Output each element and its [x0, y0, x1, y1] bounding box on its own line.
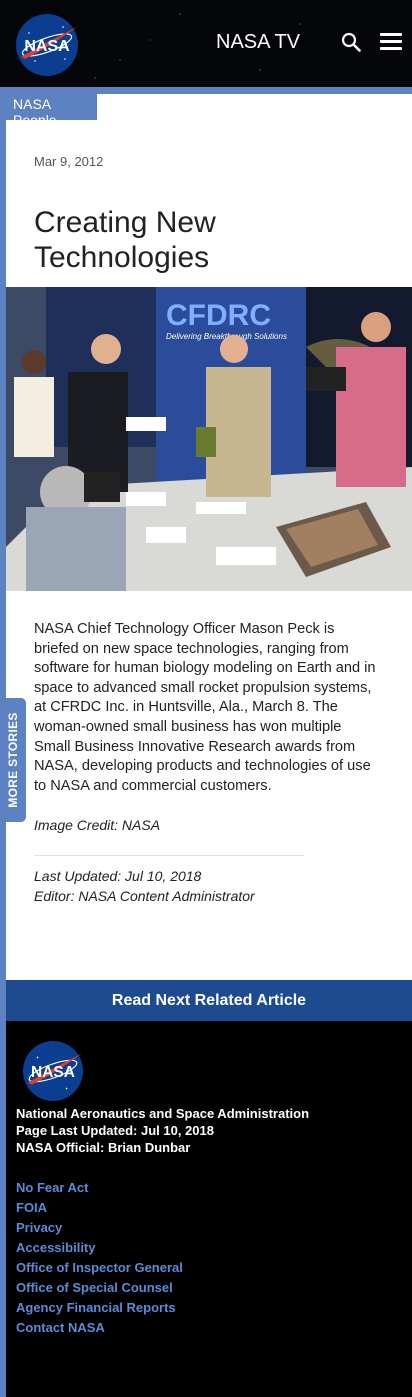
footer-links: No Fear Act FOIA Privacy Accessibility O…	[16, 1178, 183, 1338]
article-date: Mar 9, 2012	[34, 154, 104, 169]
footer-link-accessibility[interactable]: Accessibility	[16, 1238, 183, 1258]
hamburger-menu-icon[interactable]	[380, 33, 402, 51]
footer-link-inspector-general[interactable]: Office of Inspector General	[16, 1258, 183, 1278]
footer-link-no-fear-act[interactable]: No Fear Act	[16, 1178, 183, 1198]
search-icon[interactable]	[341, 32, 361, 52]
more-stories-button[interactable]: MORE STORIES	[0, 698, 26, 822]
editor: Editor: NASA Content Administrator	[34, 888, 255, 904]
footer-link-privacy[interactable]: Privacy	[16, 1218, 183, 1238]
nasa-footer-logo[interactable]: NASA	[22, 1040, 84, 1102]
section-tab-nasa-people[interactable]: NASA People	[0, 87, 97, 128]
read-next-related-article-button[interactable]: Read Next Related Article	[6, 980, 412, 1021]
last-updated: Last Updated: Jul 10, 2018	[34, 868, 202, 884]
footer-link-foia[interactable]: FOIA	[16, 1198, 183, 1218]
footer-info: National Aeronautics and Space Administr…	[16, 1105, 309, 1156]
footer-org-name: National Aeronautics and Space Administr…	[16, 1106, 310, 1121]
divider	[34, 855, 304, 856]
more-stories-label: MORE STORIES	[6, 712, 20, 808]
footer-logo-text: NASA	[31, 1064, 75, 1081]
logo-text: NASA	[24, 38, 70, 55]
nasa-tv-link[interactable]: NASA TV	[216, 31, 300, 54]
footer-link-special-counsel[interactable]: Office of Special Counsel	[16, 1278, 183, 1298]
footer-link-financial-reports[interactable]: Agency Financial Reports	[16, 1298, 183, 1318]
article-title: Creating New Technologies	[34, 206, 216, 274]
nasa-meatball-logo[interactable]: NASA	[15, 13, 79, 77]
footer-link-contact-nasa[interactable]: Contact NASA	[16, 1318, 183, 1338]
image-credit: Image Credit: NASA	[34, 817, 161, 833]
footer-official: NASA Official: Brian Dunbar	[16, 1140, 191, 1155]
article-photo: CFDRC Delivering Breakthrough Solutions	[6, 287, 412, 591]
photo-banner-logo: CFDRC	[166, 299, 271, 332]
footer-page-updated: Page Last Updated: Jul 10, 2018	[16, 1123, 214, 1138]
site-header: NASA NASA TV	[0, 0, 412, 87]
article-body: NASA Chief Technology Officer Mason Peck…	[34, 621, 376, 794]
